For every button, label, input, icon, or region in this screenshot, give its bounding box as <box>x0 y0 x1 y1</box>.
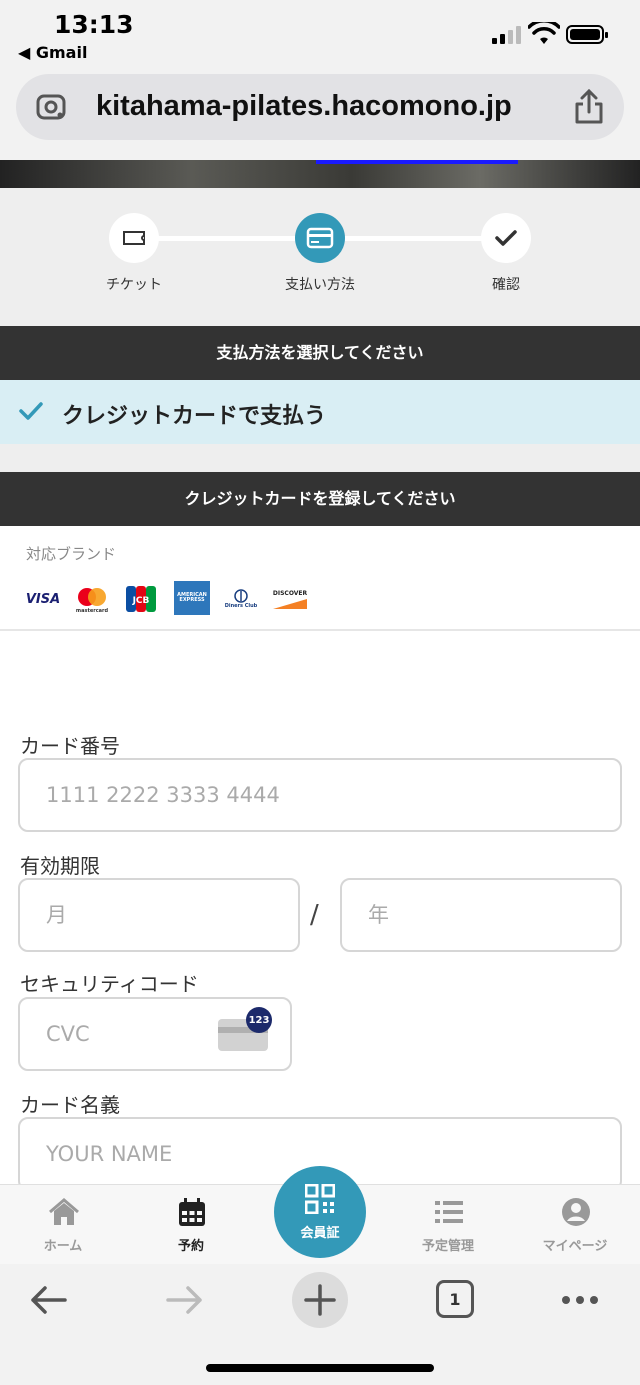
step-ticket <box>109 213 159 263</box>
expiry-separator: / <box>310 900 319 930</box>
credit-card-icon <box>306 227 334 249</box>
credit-card-option-label: クレジットカードで支払う <box>62 404 327 429</box>
expiry-month-input[interactable] <box>20 880 298 950</box>
credit-card-option[interactable]: クレジットカードで支払う <box>0 380 640 444</box>
mastercard-logo: mastercard <box>74 584 110 614</box>
ticket-icon <box>123 231 145 245</box>
back-to-gmail-link[interactable]: ◀ Gmail <box>18 43 87 62</box>
card-number-label: カード番号 <box>20 734 120 758</box>
jcb-logo: JCB <box>126 584 156 614</box>
tab-reserve-label: 予約 <box>177 1239 204 1254</box>
expiry-label: 有効期限 <box>20 854 100 878</box>
hero-image <box>0 160 640 188</box>
user-icon <box>562 1198 590 1226</box>
step-connector <box>344 236 484 241</box>
progress-steps: チケット 支払い方法 確認 <box>0 188 640 326</box>
svg-text:mastercard: mastercard <box>76 608 109 614</box>
step-confirm <box>481 213 531 263</box>
tab-mypage-label: マイページ <box>542 1239 608 1254</box>
card-register-header: クレジットカードを登録してください <box>0 472 640 526</box>
cvc-field[interactable]: 123 <box>18 997 292 1071</box>
share-icon[interactable] <box>572 88 606 126</box>
step-confirm-label: 確認 <box>492 277 520 293</box>
battery-icon <box>566 25 608 44</box>
expiry-year-input[interactable] <box>342 880 620 950</box>
step-payment <box>295 213 345 263</box>
amex-logo: AMERICAN EXPRESS <box>174 581 210 615</box>
check-icon <box>19 402 43 420</box>
payment-method-header: 支払方法を選択してください <box>0 326 640 380</box>
cellular-signal-icon <box>492 26 522 44</box>
qr-code-icon <box>305 1184 335 1214</box>
expiry-month-field[interactable] <box>18 878 300 952</box>
card-name-label: カード名義 <box>20 1093 120 1117</box>
tab-home[interactable]: ホーム <box>8 1185 118 1265</box>
more-icon[interactable] <box>558 1278 602 1322</box>
url-text[interactable]: kitahama-pilates.hacomono.jp <box>96 90 512 123</box>
calendar-icon <box>179 1198 205 1226</box>
card-number-field[interactable] <box>18 758 622 832</box>
new-tab-button[interactable] <box>292 1272 348 1328</box>
home-icon <box>49 1198 79 1225</box>
brands-divider <box>0 629 640 631</box>
visa-logo: VISA <box>25 591 61 607</box>
status-bar: 13:13 ◀ Gmail <box>0 0 640 70</box>
step-ticket-label: チケット <box>106 277 162 293</box>
hero-button-edge <box>316 160 518 164</box>
card-number-input[interactable] <box>20 760 620 830</box>
section-spacer <box>0 444 640 472</box>
clock: 13:13 <box>54 10 134 39</box>
svg-text:JCB: JCB <box>132 596 150 606</box>
tab-switcher-button[interactable]: 1 <box>436 1280 474 1318</box>
google-lens-icon[interactable] <box>34 90 68 124</box>
back-arrow-icon[interactable] <box>27 1278 71 1322</box>
forward-arrow-icon[interactable] <box>162 1278 206 1322</box>
check-icon <box>495 230 517 246</box>
member-card-label: 会員証 <box>300 1226 340 1241</box>
plus-icon <box>304 1284 336 1316</box>
tab-mypage[interactable]: マイページ <box>520 1185 630 1265</box>
tab-schedule-label: 予定管理 <box>421 1239 474 1254</box>
diners-club-logo: Diners Club <box>222 584 260 614</box>
supported-brands-title: 対応ブランド <box>26 545 117 563</box>
browser-address-area: kitahama-pilates.hacomono.jp <box>0 70 640 160</box>
address-bar[interactable]: kitahama-pilates.hacomono.jp <box>16 74 624 140</box>
expiry-year-field[interactable] <box>340 878 622 952</box>
step-connector <box>158 236 298 241</box>
wifi-icon <box>528 22 560 44</box>
discover-logo: DISCOVER <box>272 584 308 614</box>
tab-reserve[interactable]: 予約 <box>136 1185 246 1265</box>
home-indicator <box>206 1364 434 1372</box>
member-card-button[interactable]: 会員証 <box>274 1166 366 1258</box>
tab-home-label: ホーム <box>43 1239 83 1254</box>
step-payment-label: 支払い方法 <box>285 277 355 293</box>
security-code-label: セキュリティコード <box>20 972 199 996</box>
cvc-hint-badge: 123 <box>246 1007 272 1033</box>
list-icon <box>435 1201 463 1223</box>
tab-schedule[interactable]: 予定管理 <box>393 1185 503 1265</box>
